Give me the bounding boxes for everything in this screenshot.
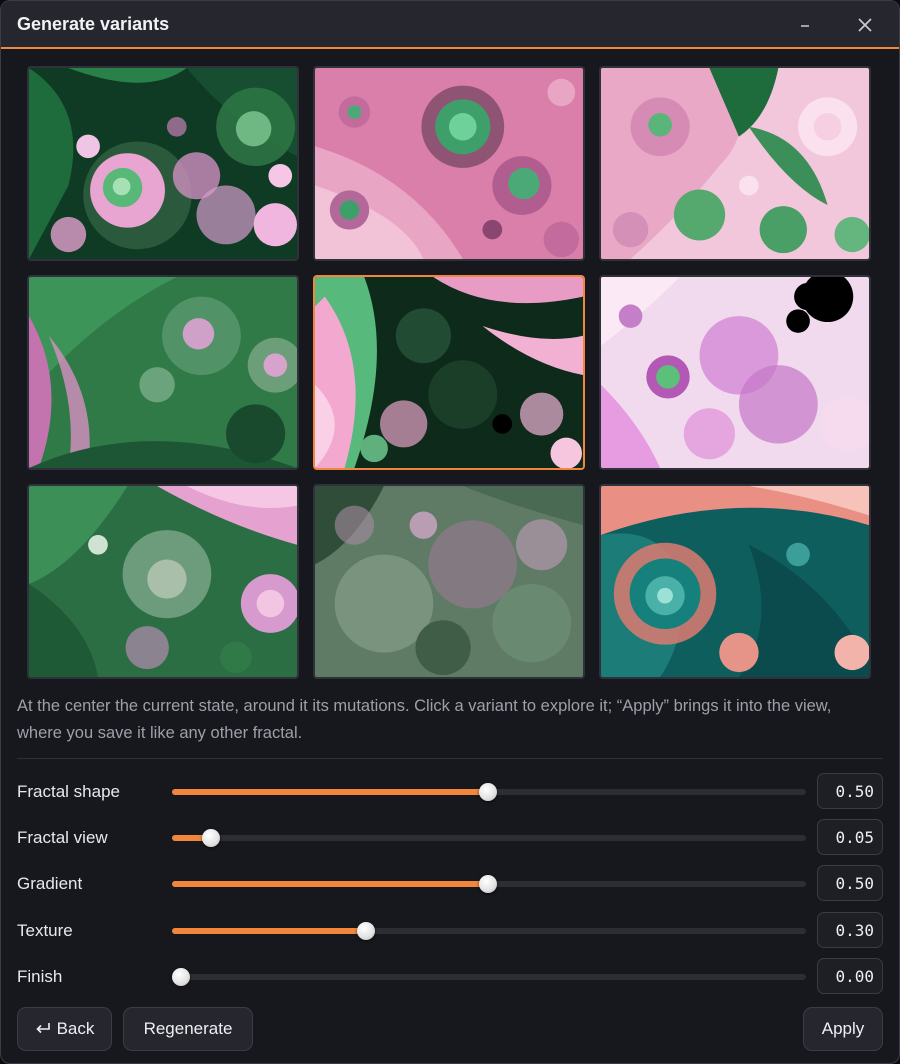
fractal-view-slider[interactable] xyxy=(172,829,806,847)
slider-thumb[interactable] xyxy=(357,922,375,940)
fractal-thumbnail xyxy=(315,486,583,677)
slider-label: Texture xyxy=(17,921,73,940)
variant-grid xyxy=(27,66,873,680)
fractal-view-value[interactable]: 0.05 xyxy=(817,819,883,855)
gradient-slider[interactable] xyxy=(172,875,806,893)
close-icon xyxy=(858,18,872,32)
fractal-thumbnail xyxy=(29,277,297,468)
slider-row-fractal-view: Fractal view 0.05 xyxy=(1,818,899,858)
variant-tile-6[interactable] xyxy=(599,275,871,470)
dialog-title: Generate variants xyxy=(17,14,170,34)
slider-row-fractal-shape: Fractal shape 0.50 xyxy=(1,772,899,812)
slider-thumb[interactable] xyxy=(479,875,497,893)
generate-variants-dialog: Generate variants At the center the curr… xyxy=(0,0,900,1064)
back-button-label: Back xyxy=(56,1019,95,1038)
fractal-shape-slider[interactable] xyxy=(172,783,806,801)
fractal-thumbnail xyxy=(29,486,297,677)
slider-fill xyxy=(172,928,366,934)
slider-row-finish: Finish 0.00 xyxy=(1,957,899,997)
finish-value[interactable]: 0.00 xyxy=(817,958,883,994)
slider-fill xyxy=(172,789,488,795)
fractal-thumbnail xyxy=(601,68,869,259)
slider-thumb[interactable] xyxy=(479,783,497,801)
fractal-thumbnail xyxy=(29,68,297,259)
return-arrow-icon xyxy=(35,1023,50,1034)
slider-thumb[interactable] xyxy=(202,829,220,847)
finish-slider[interactable] xyxy=(172,968,806,986)
slider-label: Gradient xyxy=(17,874,83,893)
fractal-thumbnail xyxy=(601,277,869,468)
texture-slider[interactable] xyxy=(172,922,806,940)
slider-label: Fractal shape xyxy=(17,782,120,801)
fractal-thumbnail xyxy=(315,277,583,468)
variant-tile-3[interactable] xyxy=(599,66,871,261)
variant-tile-8[interactable] xyxy=(313,484,585,679)
slider-row-gradient: Gradient 0.50 xyxy=(1,864,899,904)
slider-label: Fractal view xyxy=(17,828,108,847)
divider xyxy=(17,758,883,759)
fractal-shape-value[interactable]: 0.50 xyxy=(817,773,883,809)
instructions-text: At the center the current state, around … xyxy=(17,697,832,742)
back-button[interactable]: Back xyxy=(17,1007,112,1051)
texture-value[interactable]: 0.30 xyxy=(817,912,883,948)
close-button[interactable] xyxy=(849,9,881,41)
minimize-icon xyxy=(801,25,809,27)
slider-label: Finish xyxy=(17,967,63,986)
fractal-thumbnail xyxy=(315,68,583,259)
variant-tile-1[interactable] xyxy=(27,66,299,261)
slider-thumb[interactable] xyxy=(172,968,190,986)
fractal-thumbnail xyxy=(601,486,869,677)
minimize-button[interactable] xyxy=(789,9,821,41)
gradient-value[interactable]: 0.50 xyxy=(817,865,883,901)
variant-tile-9[interactable] xyxy=(599,484,871,679)
slider-fill xyxy=(172,881,488,887)
variant-tile-7[interactable] xyxy=(27,484,299,679)
variant-tile-4[interactable] xyxy=(27,275,299,470)
slider-row-texture: Texture 0.30 xyxy=(1,911,899,951)
variant-tile-5-current[interactable] xyxy=(313,275,585,470)
title-bar: Generate variants xyxy=(1,1,899,49)
regenerate-button[interactable]: Regenerate xyxy=(123,1007,253,1051)
regenerate-button-label: Regenerate xyxy=(143,1019,233,1038)
apply-button-label: Apply xyxy=(821,1019,865,1038)
apply-button[interactable]: Apply xyxy=(803,1007,883,1051)
variant-tile-2[interactable] xyxy=(313,66,585,261)
